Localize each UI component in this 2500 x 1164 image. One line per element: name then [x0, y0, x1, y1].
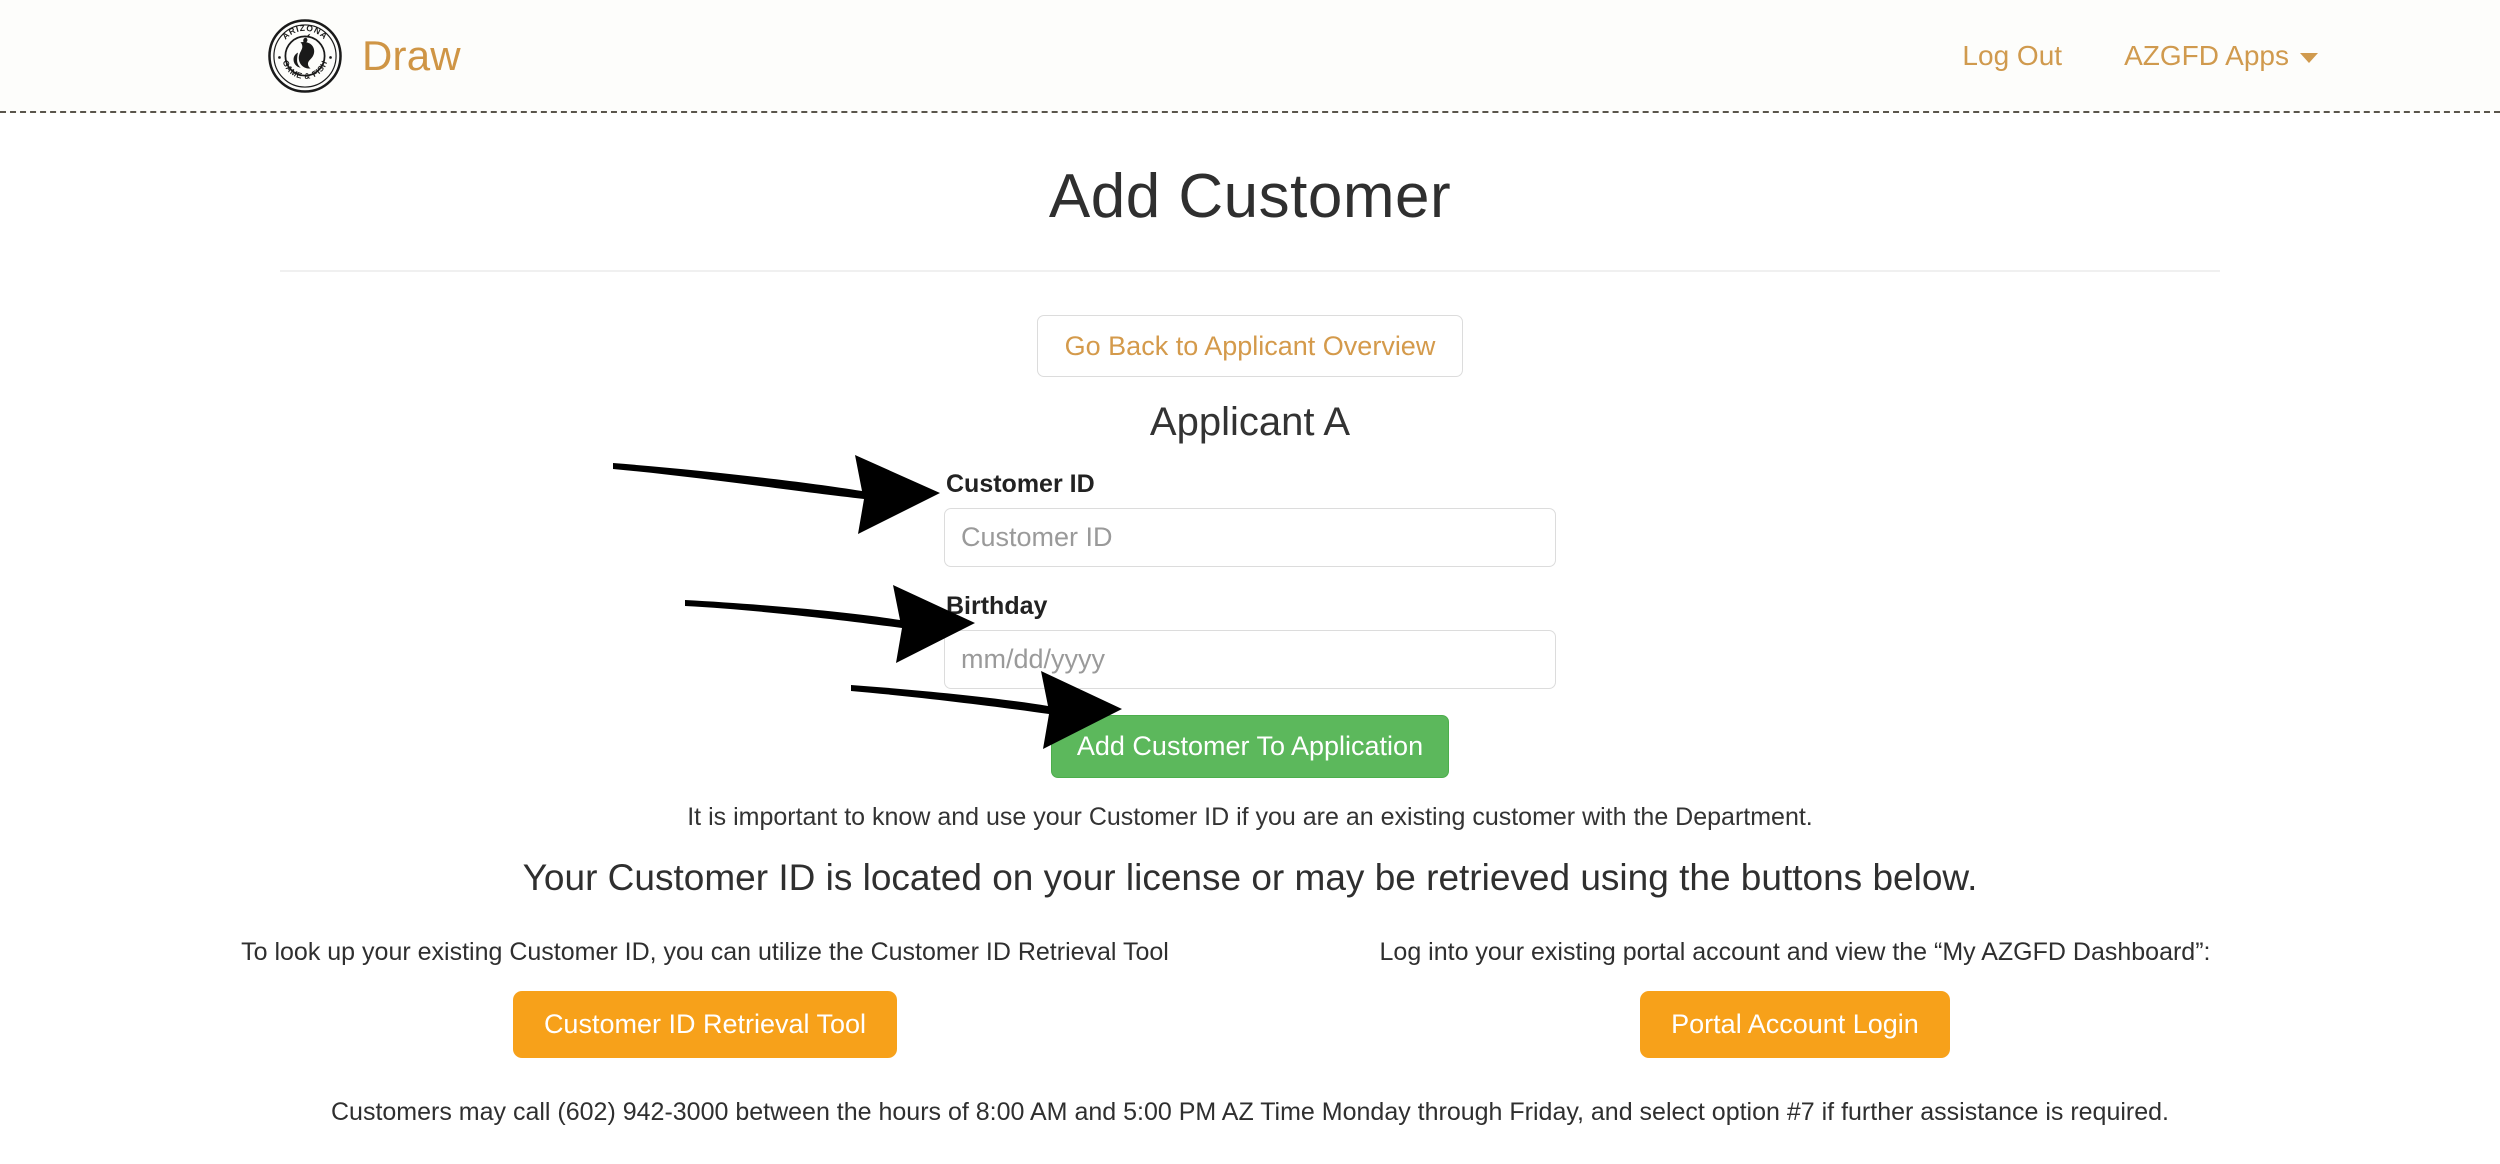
brand-name: Draw	[362, 31, 461, 79]
submit-row: Add Customer To Application	[944, 715, 1556, 778]
customer-id-input[interactable]	[944, 508, 1556, 568]
retrieval-options: To look up your existing Customer ID, yo…	[160, 936, 2340, 1058]
page-root: ARIZONA GAME & FISH Draw Log Out AZGFD A…	[0, 0, 2500, 1164]
retrieval-tool-column: To look up your existing Customer ID, yo…	[160, 936, 1250, 1058]
birthday-label: Birthday	[946, 592, 1048, 621]
add-customer-to-application-button[interactable]: Add Customer To Application	[1050, 715, 1450, 778]
customer-id-retrieval-tool-button[interactable]: Customer ID Retrieval Tool	[512, 991, 898, 1058]
retrieval-tool-text: To look up your existing Customer ID, yo…	[241, 937, 1169, 966]
birthday-input[interactable]	[944, 630, 1556, 690]
go-back-to-applicant-overview-button[interactable]: Go Back to Applicant Overview	[1036, 315, 1464, 378]
main-content: Add Customer Go Back to Applicant Overvi…	[0, 161, 2500, 1164]
azgfd-seal-logo-icon[interactable]: ARIZONA GAME & FISH	[268, 18, 342, 93]
brand[interactable]: ARIZONA GAME & FISH Draw	[268, 18, 461, 93]
nav-logout-link[interactable]: Log Out	[1962, 40, 2062, 72]
nav-azgfd-apps-label: AZGFD Apps	[2124, 39, 2289, 71]
go-back-row: Go Back to Applicant Overview	[0, 315, 2500, 378]
customer-id-label: Customer ID	[946, 470, 1095, 499]
customer-id-location-note: Your Customer ID is located on your lice…	[522, 856, 1978, 898]
portal-account-login-button[interactable]: Portal Account Login	[1640, 991, 1950, 1058]
add-customer-form: Customer ID Birthday Add Customer To App…	[944, 470, 1556, 778]
portal-login-column: Log into your existing portal account an…	[1250, 936, 2340, 1058]
title-divider	[280, 270, 2220, 272]
customer-id-note: It is important to know and use your Cus…	[687, 802, 1813, 831]
phone-assistance-text: Customers may call (602) 942-3000 betwee…	[330, 1097, 2169, 1126]
chevron-down-icon	[2300, 53, 2318, 63]
portal-login-text: Log into your existing portal account an…	[1379, 937, 2211, 966]
nav-azgfd-apps-dropdown[interactable]: AZGFD Apps	[2124, 40, 2318, 72]
site-header: ARIZONA GAME & FISH Draw Log Out AZGFD A…	[0, 0, 2500, 113]
page-title: Add Customer	[1048, 162, 1452, 231]
applicant-heading: Applicant A	[1149, 400, 1351, 445]
main-navigation: Log Out AZGFD Apps	[1962, 40, 2318, 72]
